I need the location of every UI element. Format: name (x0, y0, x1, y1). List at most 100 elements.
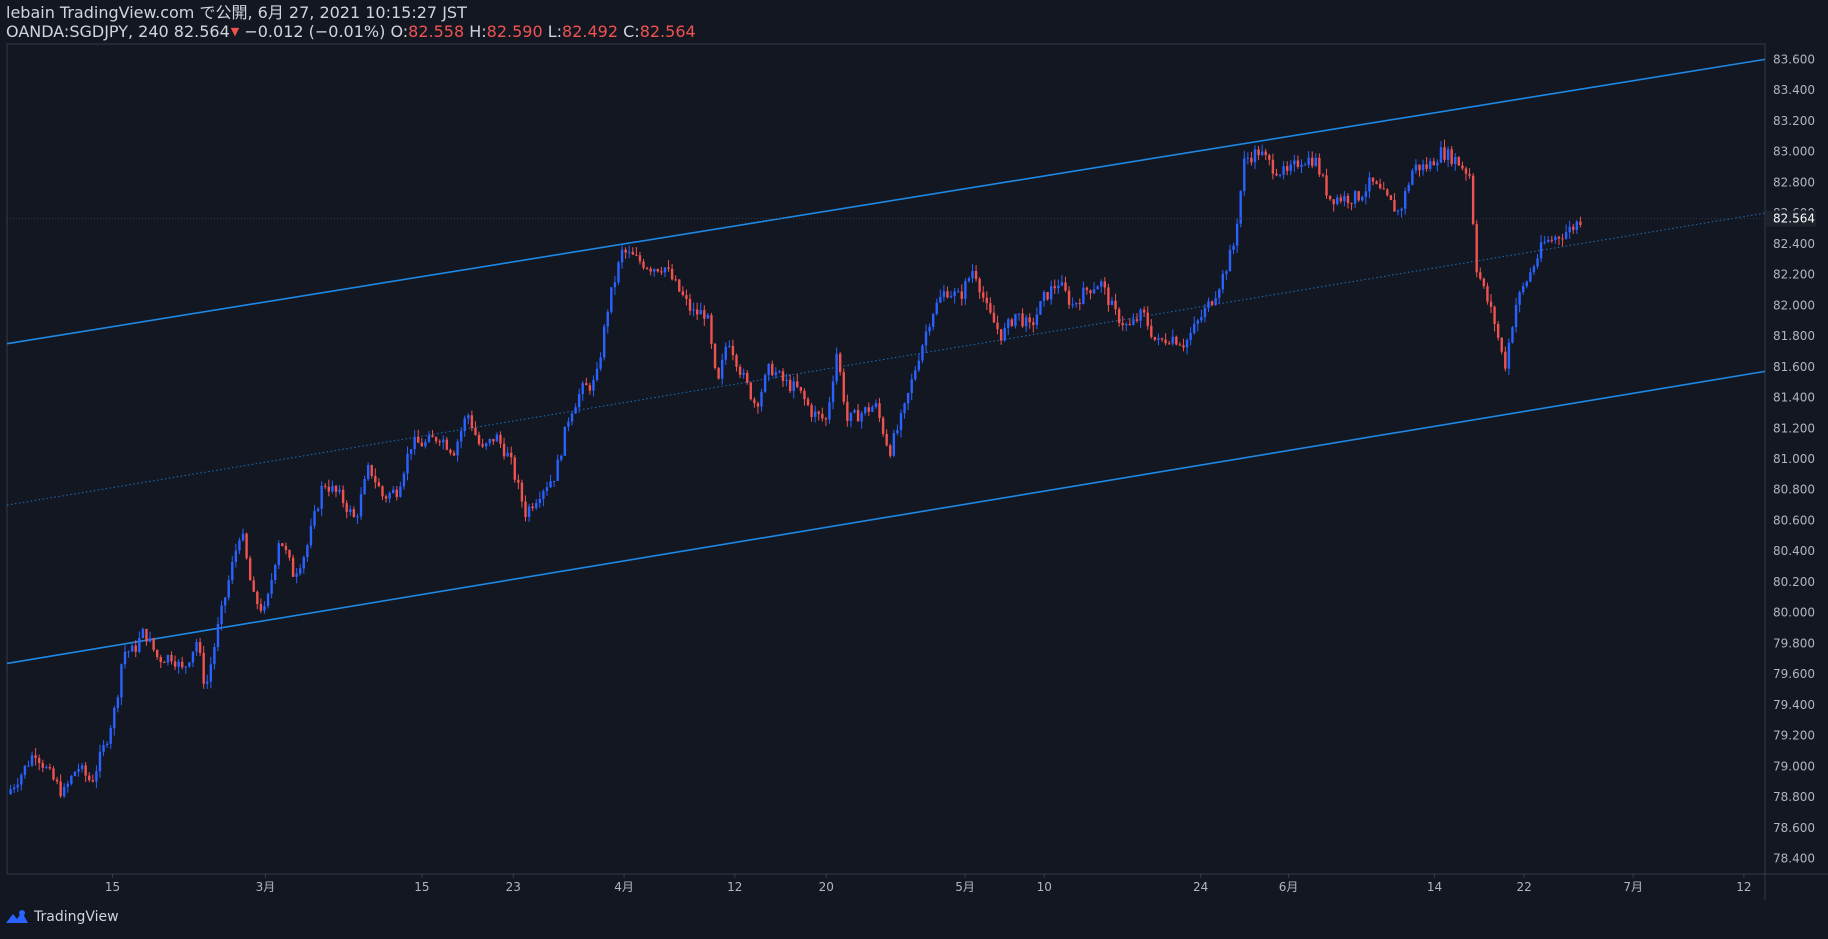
y-tick-label: 83.000 (1773, 145, 1815, 159)
candle-body (1432, 161, 1435, 166)
candle-body (55, 779, 59, 782)
candle-body (517, 479, 520, 483)
candle-body (1071, 304, 1074, 306)
candle-body (974, 270, 978, 279)
time-axis[interactable]: 15 3月 15 23 4月 12 20 5月 10 24 6月 14 22 7月 12 (105, 874, 1752, 894)
channel-line-middle[interactable] (6, 212, 1766, 506)
tradingview-brand[interactable]: TradingView (34, 909, 119, 925)
candle-body (449, 449, 452, 453)
channel-line-upper[interactable] (6, 58, 1766, 345)
candle-body (1421, 164, 1425, 171)
candle-body (384, 496, 388, 499)
candle-body (213, 647, 216, 665)
candle-body (542, 491, 545, 499)
candle-body (1429, 161, 1432, 169)
candle-body (12, 787, 16, 790)
candle-body (334, 485, 338, 492)
candle-body (642, 261, 645, 268)
candle-body (109, 728, 112, 744)
candle-body (1260, 151, 1264, 156)
candle-body (620, 249, 624, 263)
candle-body (1386, 189, 1389, 196)
candle-body (753, 399, 756, 404)
candle-body (1235, 223, 1239, 246)
candle-body (1418, 164, 1421, 171)
candle-body (813, 411, 817, 417)
candle-body (1210, 301, 1214, 305)
candle-body (1125, 324, 1128, 326)
y-tick-label: 78.800 (1773, 790, 1815, 804)
candle-body (1471, 175, 1475, 225)
candle-body (506, 452, 509, 457)
candle-body (1371, 177, 1375, 182)
candle-body (195, 641, 198, 652)
tradingview-logo-icon[interactable] (4, 909, 30, 925)
candle-body (1561, 238, 1564, 240)
candle-body (624, 249, 627, 253)
candle-body (520, 482, 524, 502)
candle-body (978, 278, 981, 293)
channel-lines[interactable] (6, 58, 1766, 665)
candle-body (1303, 164, 1307, 166)
x-tick-label: 5月 (955, 880, 975, 894)
candle-body (1175, 336, 1178, 345)
candle-body (431, 435, 434, 438)
candle-body (610, 287, 613, 312)
candle-body (1436, 162, 1439, 166)
candle-body (649, 268, 652, 272)
y-tick-label: 81.000 (1773, 452, 1815, 466)
candle-body (1114, 300, 1117, 310)
candle-body (856, 410, 860, 422)
candle-body (345, 503, 348, 512)
candle-body (953, 291, 956, 297)
candle-body (291, 557, 295, 577)
candle-body (1514, 304, 1518, 328)
price-chart[interactable]: 83.60083.40083.20083.00082.80082.60082.4… (0, 0, 1828, 900)
candle-body (152, 638, 155, 650)
candle-body (366, 465, 370, 480)
candle-body (928, 326, 931, 332)
candle-body (1364, 191, 1368, 197)
candle-body (374, 475, 377, 483)
last-price-label: 82.564 (7, 210, 1816, 227)
candle-body (792, 381, 795, 392)
candle-body (1007, 319, 1010, 328)
candle-body (685, 295, 688, 299)
y-tick-label: 81.800 (1773, 329, 1815, 343)
candle-body (674, 279, 677, 281)
candle-body (409, 449, 413, 454)
candle-body (502, 443, 506, 457)
candle-body (803, 390, 806, 400)
candle-body (552, 480, 556, 482)
candle-body (1078, 302, 1081, 304)
channel-line-lower[interactable] (6, 370, 1766, 665)
candle-body (48, 767, 52, 769)
candle-body (824, 418, 828, 420)
candle-body (967, 278, 971, 282)
candle-body (602, 326, 606, 358)
candle-body (1003, 327, 1006, 341)
candle-body (1053, 286, 1056, 289)
candle-body (1507, 342, 1511, 369)
candle-body (1446, 149, 1450, 160)
candle-body (1100, 281, 1103, 287)
candle-body (1017, 313, 1021, 315)
candle-body (645, 267, 649, 269)
candle-body (173, 661, 177, 667)
candle-body (1521, 286, 1525, 293)
x-tick-label: 15 (105, 880, 120, 894)
candle-body (1353, 191, 1357, 204)
candle-body (606, 311, 609, 327)
candle-body (1075, 302, 1078, 305)
candle-body (1536, 258, 1539, 267)
x-tick-label: 23 (506, 880, 521, 894)
price-axis[interactable]: 83.60083.40083.20083.00082.80082.60082.4… (1773, 52, 1815, 865)
y-tick-label: 79.600 (1773, 667, 1815, 681)
candle-body (1046, 292, 1049, 300)
candle-body (703, 310, 706, 319)
candle-body (1293, 160, 1296, 165)
candle-body (613, 282, 617, 288)
candle-body (1339, 197, 1343, 202)
candle-body (931, 314, 935, 327)
candle-body (434, 437, 438, 442)
